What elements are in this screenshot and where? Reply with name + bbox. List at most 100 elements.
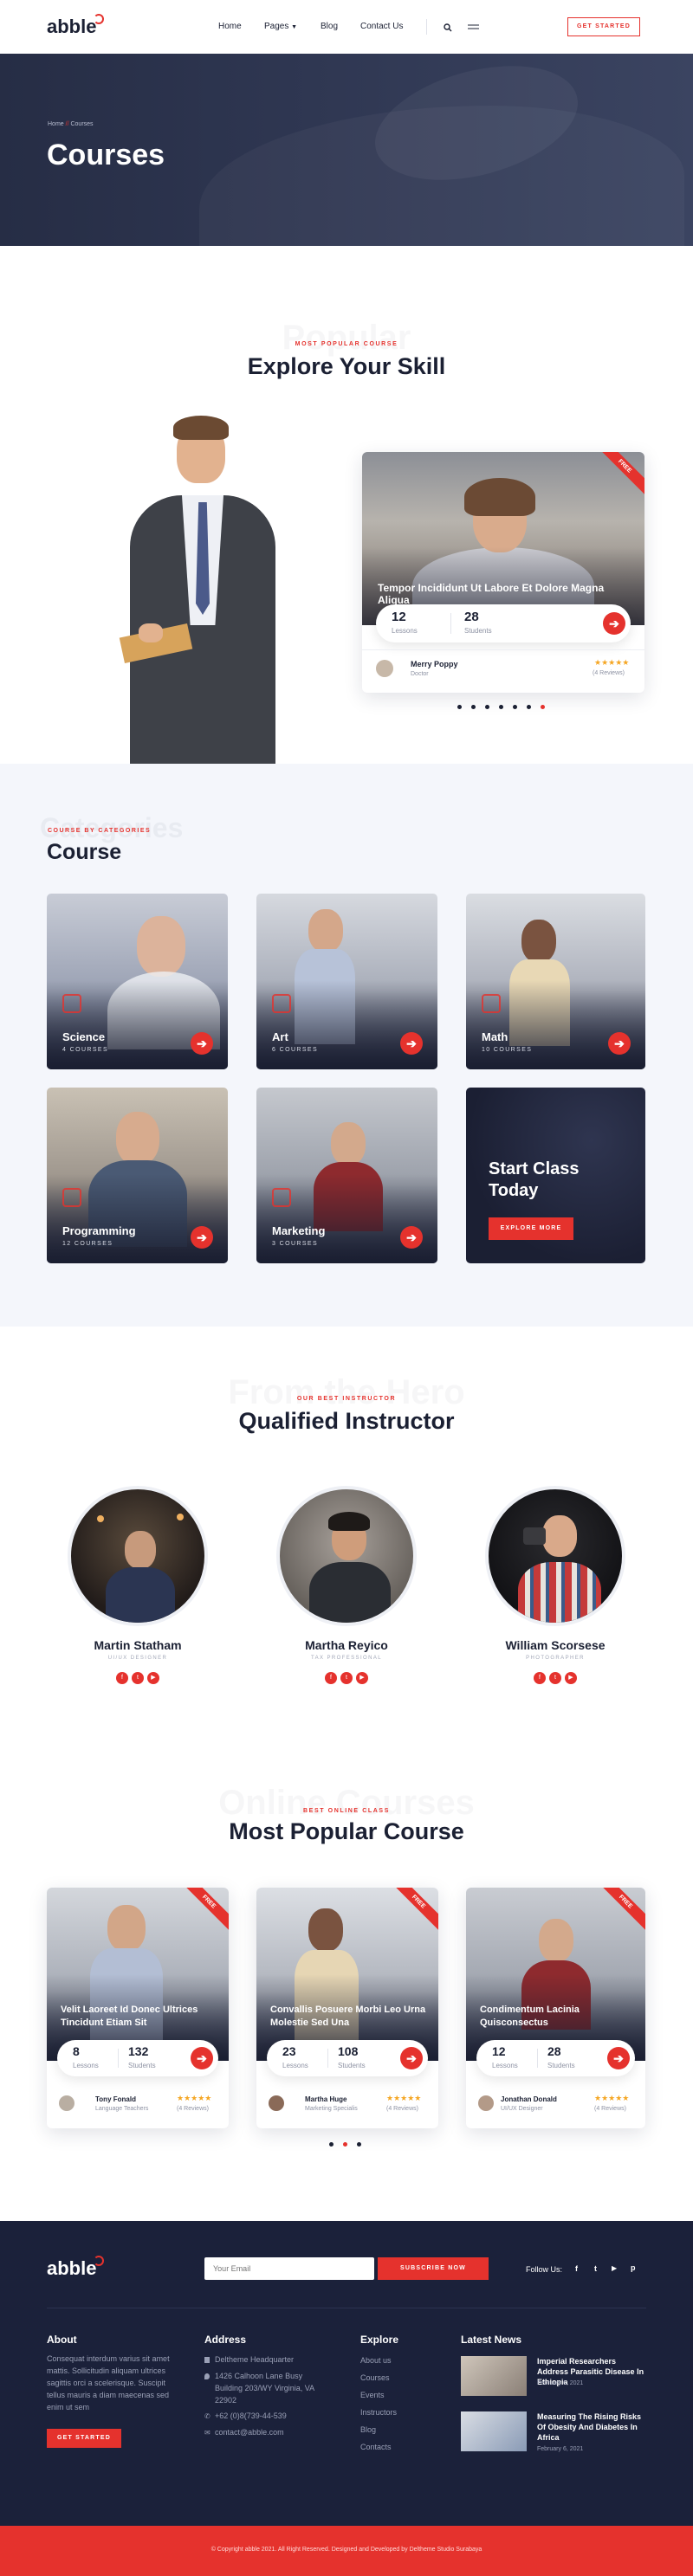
address-hq: Deltheme Headquarter	[215, 2355, 295, 2364]
footer-logo[interactable]: abble	[47, 2257, 96, 2280]
lessons-label: Lessons	[492, 2062, 518, 2069]
students-label: Students	[338, 2062, 366, 2069]
footer-link-contacts[interactable]: Contacts	[360, 2441, 392, 2453]
avatar	[478, 2095, 494, 2111]
subscribe-button[interactable]: SUBSCRIBE NOW	[378, 2257, 489, 2280]
course-card[interactable]: FREE Convallis Posuere Morbi Leo Urna Mo…	[256, 1888, 438, 2128]
course-title[interactable]: Velit Laoreet Id Donec Ultrices Tincidun…	[61, 2004, 218, 2030]
instructors-tag: OUR BEST INSTRUCTOR	[296, 1396, 397, 1402]
course-card[interactable]: FREE Condimentum Lacinia Quisconsectus 1…	[466, 1888, 645, 2128]
facebook-icon[interactable]: f	[116, 1672, 128, 1684]
instructor-card[interactable]: William Scorsese PHOTOGRAPHER f t ▶	[485, 1486, 625, 1694]
footer-link-instructors[interactable]: Instructors	[360, 2406, 397, 2418]
category-card-programming[interactable]: Programming 12 COURSES ➔	[47, 1088, 228, 1263]
carousel-dot-active[interactable]	[541, 705, 545, 709]
carousel-dot[interactable]	[329, 2142, 334, 2147]
course-title[interactable]: Convallis Posuere Morbi Leo Urna Molesti…	[270, 2004, 428, 2030]
carousel-dots	[457, 705, 561, 712]
instructor-card[interactable]: Martin Statham UI/UX DESIGNER f t ▶	[68, 1486, 208, 1694]
chevron-down-icon: ▼	[291, 24, 298, 30]
category-card-science[interactable]: Science 4 COURSES ➔	[47, 894, 228, 1069]
facebook-icon[interactable]: f	[325, 1672, 337, 1684]
youtube-icon[interactable]: ▶	[565, 1672, 577, 1684]
get-started-button[interactable]: GET STARTED	[567, 17, 640, 36]
online-tag: BEST ONLINE CLASS	[303, 1808, 390, 1814]
category-card-marketing[interactable]: Marketing 3 COURSES ➔	[256, 1088, 437, 1263]
lessons-label: Lessons	[282, 2062, 308, 2069]
footer-email[interactable]: contact@abble.com	[215, 2426, 284, 2438]
news-thumbnail[interactable]	[461, 2411, 527, 2451]
course-title[interactable]: Condimentum Lacinia Quisconsectus	[480, 2004, 636, 2030]
facebook-icon[interactable]: f	[575, 2264, 578, 2273]
menu-icon[interactable]	[468, 23, 479, 31]
carousel-dot[interactable]	[457, 705, 462, 709]
carousel-dot[interactable]	[471, 705, 476, 709]
phone-icon: ✆	[204, 2412, 210, 2420]
author-role: Language Teachers	[95, 2106, 149, 2112]
twitter-icon[interactable]: t	[132, 1672, 144, 1684]
twitter-icon[interactable]: t	[594, 2264, 597, 2273]
newsletter-email-input[interactable]	[204, 2257, 374, 2280]
youtube-icon[interactable]: ▶	[356, 1672, 368, 1684]
nav-home[interactable]: Home	[218, 22, 242, 31]
arrow-right-icon[interactable]: ➔	[191, 1226, 213, 1249]
explore-more-button[interactable]: EXPLORE MORE	[489, 1217, 573, 1240]
arrow-right-icon[interactable]: ➔	[607, 2047, 630, 2069]
featured-course-card[interactable]: FREE Tempor Incididunt Ut Labore Et Dolo…	[362, 452, 644, 693]
review-count: (4 Reviews)	[593, 670, 625, 676]
news-title[interactable]: Measuring The Rising Risks Of Obesity An…	[537, 2411, 646, 2443]
footer-link-events[interactable]: Events	[360, 2389, 385, 2401]
pinterest-icon[interactable]: p	[631, 2263, 636, 2272]
avatar	[59, 2095, 74, 2111]
arrow-right-icon[interactable]: ➔	[191, 2047, 213, 2069]
instructor-photo	[276, 1486, 417, 1626]
course-title[interactable]: Tempor Incididunt Ut Labore Et Dolore Ma…	[378, 582, 629, 606]
carousel-dot[interactable]	[485, 705, 489, 709]
footer-phone[interactable]: +62 (0)8(739-44-539	[215, 2410, 287, 2422]
rating-stars: ★★★★★	[177, 2094, 212, 2102]
breadcrumb-home[interactable]: Home	[48, 121, 64, 127]
arrow-right-icon[interactable]: ➔	[608, 1032, 631, 1055]
mail-icon: ✉	[204, 2429, 210, 2437]
carousel-dot-active[interactable]	[343, 2142, 347, 2147]
nav-pages-label: Pages	[264, 22, 289, 31]
categories-title: Course	[47, 840, 122, 864]
news-thumbnail[interactable]	[461, 2356, 527, 2396]
category-card-math[interactable]: Math 10 COURSES ➔	[466, 894, 645, 1069]
arrow-right-icon[interactable]: ➔	[603, 612, 625, 635]
youtube-icon[interactable]: ▶	[612, 2264, 617, 2272]
footer-explore-heading: Explore	[360, 2334, 399, 2346]
students-label: Students	[128, 2062, 156, 2069]
course-image	[47, 1888, 229, 2061]
nav-pages[interactable]: Pages ▼	[264, 22, 297, 31]
category-card-art[interactable]: Art 6 COURSES ➔	[256, 894, 437, 1069]
arrow-right-icon[interactable]: ➔	[400, 2047, 423, 2069]
carousel-dot[interactable]	[513, 705, 517, 709]
arrow-right-icon[interactable]: ➔	[400, 1032, 423, 1055]
arrow-right-icon[interactable]: ➔	[191, 1032, 213, 1055]
instructor-card[interactable]: Martha Reyico TAX PROFESSIONAL f t ▶	[276, 1486, 417, 1694]
breadcrumb: Home // Courses	[48, 121, 94, 127]
site-footer: abble SUBSCRIBE NOW Follow Us: f t ▶ p A…	[0, 2221, 693, 2526]
math-icon	[482, 994, 501, 1013]
nav-contact[interactable]: Contact Us	[360, 22, 403, 31]
carousel-dot[interactable]	[357, 2142, 361, 2147]
online-ghost-title: Online Courses	[0, 1784, 693, 1823]
search-icon[interactable]	[444, 23, 452, 32]
footer-link-courses[interactable]: Courses	[360, 2372, 390, 2384]
nav-blog[interactable]: Blog	[321, 22, 338, 31]
twitter-icon[interactable]: t	[549, 1672, 561, 1684]
footer-link-blog[interactable]: Blog	[360, 2424, 376, 2436]
popular-ghost-title: Popular	[0, 319, 693, 358]
footer-link-about[interactable]: About us	[360, 2354, 392, 2366]
carousel-dot[interactable]	[499, 705, 503, 709]
youtube-icon[interactable]: ▶	[147, 1672, 159, 1684]
stats-divider	[537, 2049, 538, 2068]
twitter-icon[interactable]: t	[340, 1672, 353, 1684]
carousel-dot[interactable]	[527, 705, 531, 709]
facebook-icon[interactable]: f	[534, 1672, 546, 1684]
course-card[interactable]: FREE Velit Laoreet Id Donec Ultrices Tin…	[47, 1888, 229, 2128]
footer-get-started-button[interactable]: GET STARTED	[47, 2429, 121, 2448]
arrow-right-icon[interactable]: ➔	[400, 1226, 423, 1249]
logo[interactable]: abble	[47, 16, 96, 38]
